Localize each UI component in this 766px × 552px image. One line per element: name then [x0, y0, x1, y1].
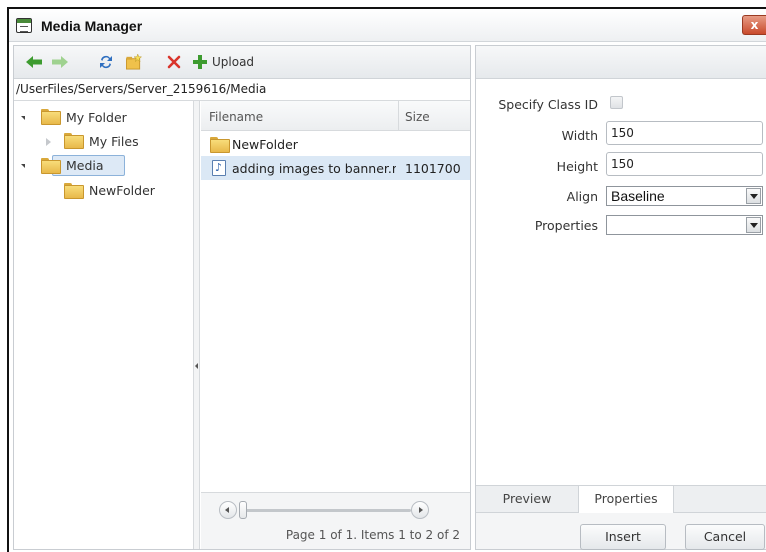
folder-icon — [64, 133, 84, 149]
filename-cell: NewFolder — [232, 137, 298, 152]
upload-icon[interactable] — [192, 54, 208, 70]
folder-icon — [41, 158, 61, 174]
column-divider[interactable] — [398, 101, 399, 131]
panel-tabs: Preview Properties — [476, 485, 766, 514]
collapse-icon[interactable] — [21, 116, 25, 120]
dialog-footer: Insert Cancel — [476, 513, 766, 550]
height-field[interactable]: 150 — [606, 152, 763, 176]
align-value: Baseline — [611, 188, 665, 204]
insert-button[interactable]: Insert — [580, 524, 666, 550]
properties-toolbar — [476, 46, 766, 79]
height-label: Height — [556, 159, 598, 174]
tree-node-label: My Folder — [66, 110, 127, 125]
grid-header: Filename Size — [201, 101, 470, 131]
class-id-label: Specify Class ID — [498, 97, 598, 112]
back-arrow-icon[interactable] — [25, 54, 43, 70]
size-cell: 1101700 — [405, 161, 461, 176]
tree-node-my-files[interactable]: My Files — [14, 131, 192, 153]
current-path: /UserFiles/Servers/Server_2159616/Media — [14, 79, 470, 101]
tree-node-media[interactable]: Media — [14, 155, 192, 177]
table-row[interactable]: ♪ adding images to banner.m 1101700 — [201, 156, 470, 180]
folder-icon — [210, 137, 230, 153]
tab-preview[interactable]: Preview — [476, 486, 578, 513]
dropdown-arrow-icon[interactable] — [746, 188, 761, 204]
dialog-title: Media Manager — [41, 18, 143, 34]
align-label: Align — [566, 189, 598, 204]
folder-tree: My Folder My Files Media NewFolder — [14, 101, 194, 549]
scroll-left-icon[interactable] — [219, 501, 237, 519]
column-size[interactable]: Size — [405, 110, 430, 124]
tree-node-label: NewFolder — [89, 183, 155, 198]
tree-node-my-folder[interactable]: My Folder — [14, 107, 192, 129]
close-button[interactable]: x — [742, 15, 766, 35]
audio-file-icon: ♪ — [212, 160, 226, 176]
filename-cell: adding images to banner.m — [232, 161, 396, 176]
pager: Page 1 of 1. Items 1 to 2 of 2 — [201, 492, 470, 549]
media-manager-dialog: Media Manager x Upload /UserFiles/Server… — [7, 7, 766, 552]
tree-node-label: My Files — [89, 134, 139, 149]
width-label: Width — [561, 128, 598, 143]
horizontal-slider-track[interactable] — [243, 509, 411, 512]
forward-arrow-icon[interactable] — [51, 54, 69, 70]
folder-icon — [41, 109, 61, 125]
pane-splitter[interactable] — [194, 101, 200, 549]
new-folder-icon[interactable] — [125, 54, 143, 70]
align-select[interactable]: Baseline — [606, 186, 763, 206]
tree-node-newfolder[interactable]: NewFolder — [14, 180, 192, 202]
class-id-checkbox[interactable] — [610, 96, 623, 109]
explorer-toolbar: Upload — [14, 46, 470, 79]
tab-properties[interactable]: Properties — [578, 486, 674, 514]
collapse-icon[interactable] — [21, 164, 25, 168]
expand-icon[interactable] — [46, 138, 51, 146]
properties-select[interactable] — [606, 215, 763, 235]
delete-icon[interactable] — [167, 54, 181, 70]
folder-icon — [64, 183, 84, 199]
scroll-right-icon[interactable] — [411, 501, 429, 519]
width-field[interactable]: 150 — [606, 121, 763, 145]
collapse-arrow-icon[interactable] — [195, 363, 198, 369]
properties-label: Properties — [534, 218, 598, 233]
pager-status: Page 1 of 1. Items 1 to 2 of 2 — [285, 528, 460, 542]
slider-thumb[interactable] — [239, 501, 247, 519]
upload-button[interactable]: Upload — [212, 55, 254, 69]
dropdown-arrow-icon[interactable] — [746, 217, 761, 233]
title-bar[interactable]: Media Manager x — [9, 9, 766, 42]
column-filename[interactable]: Filename — [209, 110, 263, 124]
refresh-icon[interactable] — [98, 54, 114, 70]
properties-panel: Specify Class ID Width 150 Height 150 Al… — [475, 45, 766, 550]
window-icon — [16, 18, 32, 33]
file-grid: Filename Size NewFolder ♪ adding images … — [201, 101, 470, 549]
cancel-button[interactable]: Cancel — [685, 524, 765, 550]
tree-node-label: Media — [66, 158, 104, 173]
file-explorer: Upload /UserFiles/Servers/Server_2159616… — [13, 45, 471, 550]
table-row[interactable]: NewFolder — [201, 132, 470, 156]
